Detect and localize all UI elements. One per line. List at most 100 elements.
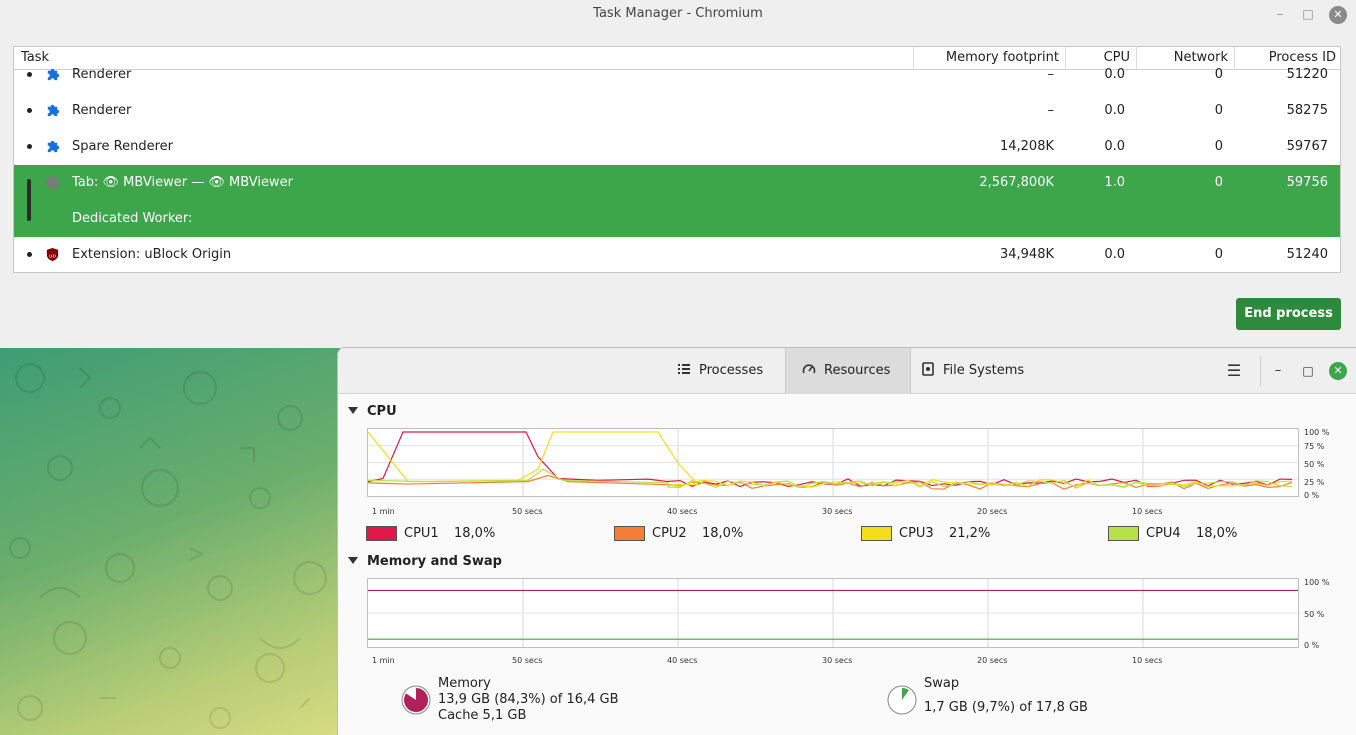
bullet	[27, 72, 32, 77]
cpu-y-tick: 0 %	[1304, 491, 1320, 500]
cpu-y-tick: 100 %	[1304, 428, 1330, 437]
maximize-button[interactable]: □	[1299, 362, 1317, 380]
pid-value: 51240	[1286, 247, 1328, 262]
memory-value: –	[1047, 103, 1055, 118]
cpu4-color-swatch[interactable]	[1108, 526, 1139, 541]
puzzle-icon	[47, 104, 60, 117]
memory-history-chart	[368, 579, 1298, 647]
minimize-button[interactable]: –	[1269, 362, 1287, 380]
desktop-wallpaper	[0, 348, 340, 735]
table-row[interactable]: Renderer – 0.0 0 58275	[14, 93, 1340, 129]
task-name: Extension: uBlock Origin	[72, 247, 232, 262]
cpu-history-chart	[367, 429, 1298, 496]
memory-section-header[interactable]: Memory and Swap	[348, 554, 502, 569]
cpu-graph	[367, 428, 1299, 497]
mem-x-tick: 20 secs	[977, 656, 1008, 665]
cpu-value: 0.0	[1104, 103, 1125, 118]
cpu3-value: 21,2%	[949, 526, 991, 541]
gauge-icon	[802, 364, 816, 374]
maximize-button[interactable]: □	[1300, 6, 1316, 22]
cpu-x-tick: 50 secs	[512, 507, 543, 516]
tab-resources[interactable]: Resources	[785, 348, 911, 394]
tab-resources-label: Resources	[824, 363, 891, 378]
memory-title: Memory and Swap	[367, 554, 502, 569]
bullet	[27, 108, 32, 113]
task-manager-window: Task Manager - Chromium – □ ✕ Task Memor…	[0, 0, 1356, 348]
swap-label: Swap	[924, 676, 960, 691]
cpu-x-tick: 30 secs	[822, 507, 853, 516]
task-subname: Dedicated Worker:	[72, 211, 193, 226]
close-button[interactable]: ✕	[1329, 6, 1347, 24]
disk-icon	[922, 362, 934, 376]
header-divider	[1260, 356, 1261, 386]
cpu-x-tick: 10 secs	[1132, 507, 1163, 516]
tab-filesystems[interactable]: File Systems	[911, 348, 1041, 394]
memory-value: 13,9 GB (84,3%) of 16,4 GB	[438, 692, 619, 707]
system-monitor-window: Processes Resources File Systems ☰ – □ ✕…	[337, 347, 1356, 735]
cpu-x-tick: 20 secs	[977, 507, 1008, 516]
tab-processes[interactable]: Processes	[665, 348, 785, 394]
mem-x-tick: 10 secs	[1132, 656, 1163, 665]
mem-y-tick: 50 %	[1304, 610, 1325, 619]
bullet	[27, 144, 32, 149]
cpu-section-header[interactable]: CPU	[348, 404, 397, 419]
minimize-button[interactable]: –	[1272, 6, 1288, 22]
cpu-value: 1.0	[1104, 175, 1125, 190]
cpu2-value: 18,0%	[702, 526, 744, 541]
puzzle-icon	[47, 140, 60, 153]
end-process-button[interactable]: End process	[1236, 298, 1341, 330]
svg-text:uo: uo	[49, 253, 57, 259]
collapse-triangle-icon	[348, 557, 358, 564]
swap-pie-icon[interactable]	[886, 684, 918, 716]
network-value: 0	[1214, 67, 1223, 82]
network-value: 0	[1214, 103, 1223, 118]
cpu1-color-swatch[interactable]	[366, 526, 397, 541]
memory-cache: Cache 5,1 GB	[438, 708, 527, 723]
cpu-y-tick: 50 %	[1304, 460, 1325, 469]
wallpaper-pattern	[9, 363, 327, 729]
cpu-title: CPU	[367, 404, 397, 419]
pid-value: 59767	[1286, 139, 1328, 154]
cpu-y-tick: 75 %	[1304, 442, 1325, 451]
task-name: Renderer	[72, 103, 132, 118]
cpu-value: 0.0	[1104, 247, 1125, 262]
table-row[interactable]: Spare Renderer 14,208K 0.0 0 59767	[14, 129, 1340, 165]
pid-value: 59756	[1286, 175, 1328, 190]
cpu2-color-swatch[interactable]	[614, 526, 645, 541]
window-title: Task Manager - Chromium	[593, 6, 763, 21]
bullet	[27, 252, 32, 257]
collapse-triangle-icon	[348, 407, 358, 414]
group-indicator	[27, 179, 31, 221]
cpu4-value: 18,0%	[1196, 526, 1238, 541]
task-name: Tab: 👁 MBViewer — 👁 MBViewer	[72, 175, 293, 190]
memory-pie-icon[interactable]	[400, 684, 432, 716]
mem-x-tick: 1 min	[372, 656, 395, 665]
table-row[interactable]: uo Extension: uBlock Origin 34,948K 0.0 …	[14, 237, 1340, 272]
list-icon	[678, 364, 690, 374]
cpu-value: 0.0	[1104, 67, 1125, 82]
memory-value: 34,948K	[999, 247, 1054, 262]
mem-x-tick: 30 secs	[822, 656, 853, 665]
memory-label: Memory	[438, 676, 491, 691]
cpu-x-tick: 1 min	[372, 507, 395, 516]
cpu4-label: CPU4	[1146, 526, 1181, 541]
network-value: 0	[1214, 139, 1223, 154]
memory-value: 14,208K	[999, 139, 1054, 154]
memory-value: 2,567,800K	[979, 175, 1054, 190]
memory-graph	[367, 578, 1299, 648]
close-button[interactable]: ✕	[1329, 362, 1347, 380]
cpu3-label: CPU3	[899, 526, 934, 541]
cpu2-label: CPU2	[652, 526, 687, 541]
tab-filesystems-label: File Systems	[943, 363, 1025, 378]
cpu-value: 0.0	[1104, 139, 1125, 154]
globe-icon	[45, 175, 60, 190]
network-value: 0	[1214, 175, 1223, 190]
cpu-x-tick: 40 secs	[667, 507, 698, 516]
table-row-selected[interactable]: Tab: 👁 MBViewer — 👁 MBViewer Dedicated W…	[14, 165, 1340, 237]
table-row[interactable]: Renderer – 0.0 0 51220	[14, 57, 1340, 93]
task-name: Spare Renderer	[72, 139, 173, 154]
header-bar: Processes Resources File Systems ☰ – □ ✕	[338, 348, 1356, 394]
menu-button[interactable]: ☰	[1225, 362, 1243, 380]
cpu3-color-swatch[interactable]	[861, 526, 892, 541]
swap-value: 1,7 GB (9,7%) of 17,8 GB	[924, 700, 1088, 715]
